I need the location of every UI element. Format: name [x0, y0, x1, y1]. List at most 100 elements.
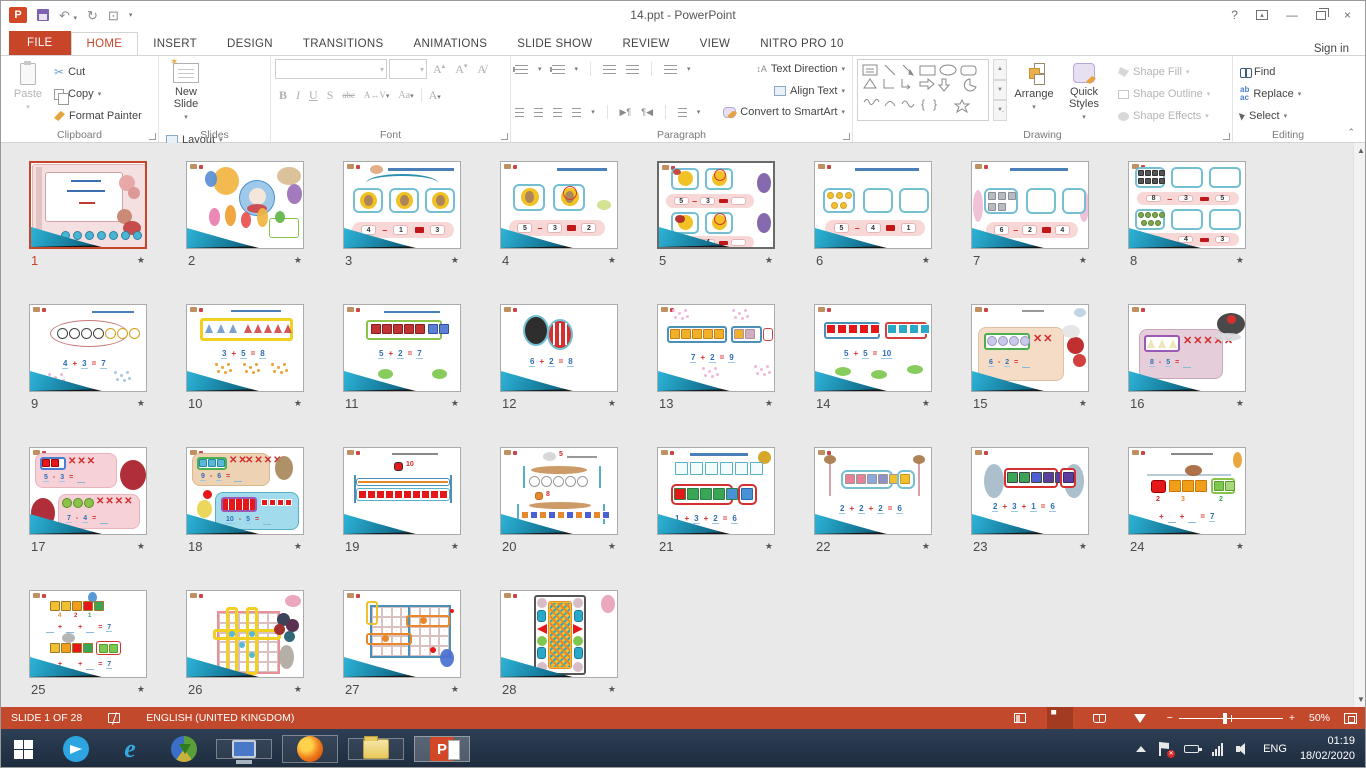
select-button[interactable]: Select▾ — [1237, 106, 1304, 126]
new-slide-button[interactable]: New Slide▾ — [163, 59, 209, 127]
taskbar-firefox-icon[interactable] — [282, 735, 338, 763]
slide-thumbnail-image[interactable]: 5–32 — [500, 161, 618, 249]
animation-star-icon[interactable]: ★ — [608, 398, 616, 409]
collapse-ribbon-icon[interactable]: ⌃ — [1347, 127, 1355, 138]
slide-thumbnail-6[interactable]: 5–416★ — [814, 161, 932, 268]
animation-star-icon[interactable]: ★ — [1236, 541, 1244, 552]
tab-insert[interactable]: INSERT — [138, 33, 212, 55]
quick-styles-button[interactable]: Quick Styles▾ — [1061, 59, 1107, 127]
slide-thumbnail-image[interactable]: ✕✕✕✕✕✕9-6= 10-5= — [186, 447, 304, 535]
slide-thumbnail-21[interactable]: 1+3+2=621★ — [657, 447, 775, 554]
language-status[interactable]: ENGLISH (UNITED KINGDOM) — [146, 712, 294, 724]
undo-icon[interactable]: ↶ ▾ — [59, 9, 77, 22]
tab-animations[interactable]: ANIMATIONS — [399, 33, 503, 55]
slide-thumbnail-1[interactable]: 1★ — [29, 161, 147, 268]
shape-outline-button[interactable]: Shape Outline▾ — [1115, 84, 1213, 104]
ribbon-display-options-icon[interactable]: ▴ — [1256, 10, 1268, 20]
animation-star-icon[interactable]: ★ — [922, 541, 930, 552]
text-shadow-button[interactable]: S — [323, 88, 338, 103]
replace-button[interactable]: abacReplace▾ — [1237, 84, 1304, 104]
slide-thumbnail-image[interactable]: ✕✕✕5-3= ✕✕✕✕7-4= — [29, 447, 147, 535]
bold-button[interactable]: B — [275, 88, 291, 103]
slide-thumbnail-image[interactable]: 5+2=7 — [343, 304, 461, 392]
animation-star-icon[interactable]: ★ — [765, 541, 773, 552]
animation-star-icon[interactable]: ★ — [608, 255, 616, 266]
taskbar-internet-explorer-icon[interactable]: e — [107, 736, 153, 762]
tray-clock[interactable]: 01:19 18/02/2020 — [1300, 734, 1355, 764]
slide-thumbnail-24[interactable]: 232 + + =724★ — [1128, 447, 1246, 554]
slide-thumbnail-13[interactable]: 7+2=913★ — [657, 304, 775, 411]
animation-star-icon[interactable]: ★ — [922, 398, 930, 409]
volume-icon[interactable] — [1236, 743, 1250, 755]
slide-thumbnail-image[interactable]: 421 + + =7 + + =7 — [29, 590, 147, 678]
animation-star-icon[interactable]: ★ — [294, 255, 302, 266]
minimize-icon[interactable]: — — [1286, 9, 1298, 21]
slide-thumbnail-12[interactable]: 6+2=812★ — [500, 304, 618, 411]
font-dialog-launcher-icon[interactable] — [501, 133, 508, 140]
tab-file[interactable]: FILE — [9, 31, 71, 55]
animation-star-icon[interactable]: ★ — [451, 398, 459, 409]
line-spacing-icon[interactable] — [664, 65, 677, 74]
shapes-scroll-up-icon[interactable]: ▲ — [993, 59, 1007, 80]
slide-thumbnail-image[interactable]: 232 + + =7 — [1128, 447, 1246, 535]
animation-star-icon[interactable]: ★ — [1079, 541, 1087, 552]
slide-thumbnail-image[interactable]: 4–13 — [343, 161, 461, 249]
decrease-indent-icon[interactable] — [603, 65, 616, 74]
character-spacing-button[interactable]: A↔V▾ — [360, 90, 394, 100]
slide-thumbnail-26[interactable]: ····································26★ — [186, 590, 304, 697]
animation-star-icon[interactable]: ★ — [1079, 398, 1087, 409]
slide-thumbnail-image[interactable]: 1+3+2=6 — [657, 447, 775, 535]
slide-thumbnail-image[interactable]: 6–24 — [971, 161, 1089, 249]
scroll-up-icon[interactable]: ▲ — [1354, 143, 1366, 158]
slide-thumbnail-8[interactable]: 8–357–438★ — [1128, 161, 1246, 268]
paste-button[interactable]: Paste▾ — [5, 59, 51, 127]
slide-thumbnail-25[interactable]: 421 + + =7 + + =725★ — [29, 590, 147, 697]
slide-thumbnail-image[interactable]: 2+3+1=6 — [971, 447, 1089, 535]
slide-thumbnail-17[interactable]: ✕✕✕5-3= ✕✕✕✕7-4= 17★ — [29, 447, 147, 554]
slide-thumbnail-image[interactable]: 5–41 — [814, 161, 932, 249]
slide-thumbnail-image[interactable]: 58 — [500, 447, 618, 535]
text-direction-button[interactable]: ↕AText Direction▾ — [753, 59, 848, 79]
slide-thumbnail-image[interactable] — [186, 161, 304, 249]
slide-thumbnail-image[interactable]: ···································· — [186, 590, 304, 678]
help-icon[interactable]: ? — [1231, 9, 1238, 21]
slide-thumbnail-3[interactable]: 4–133★ — [343, 161, 461, 268]
find-button[interactable]: Find — [1237, 62, 1304, 82]
slide-thumbnail-5[interactable]: 5–34–45★ — [657, 161, 775, 268]
slide-thumbnail-4[interactable]: 5–324★ — [500, 161, 618, 268]
slide-thumbnail-15[interactable]: ✕✕6-2= 15★ — [971, 304, 1089, 411]
slide-sorter-canvas[interactable]: ▲ ▼ 1★2★4–133★5–324★5–34–45★5–416★6–247★… — [1, 143, 1366, 707]
rtl-direction-icon[interactable]: ¶◀ — [641, 107, 653, 118]
slide-show-button[interactable] — [1127, 707, 1153, 729]
slide-thumbnail-2[interactable]: 2★ — [186, 161, 304, 268]
slide-thumbnail-19[interactable]: 1019★ — [343, 447, 461, 554]
align-center-icon[interactable] — [534, 108, 543, 117]
shapes-scroll-down-icon[interactable]: ▼ — [993, 80, 1007, 101]
numbering-icon[interactable] — [552, 65, 565, 74]
slide-thumbnail-22[interactable]: 2+2+2=622★ — [814, 447, 932, 554]
clipboard-dialog-launcher-icon[interactable] — [149, 133, 156, 140]
animation-star-icon[interactable]: ★ — [294, 398, 302, 409]
zoom-in-icon[interactable]: + — [1289, 712, 1295, 724]
taskbar-powerpoint-icon[interactable]: P — [414, 736, 470, 762]
slide-thumbnail-image[interactable] — [500, 590, 618, 678]
animation-star-icon[interactable]: ★ — [765, 398, 773, 409]
action-center-flag-icon[interactable]: ✕ — [1159, 742, 1171, 756]
slide-thumbnail-27[interactable]: ········································… — [343, 590, 461, 697]
slide-thumbnail-18[interactable]: ✕✕✕✕✕✕9-6= 10-5= 18★ — [186, 447, 304, 554]
convert-to-smartart-button[interactable]: Convert to SmartArt▾ — [720, 102, 848, 122]
align-left-icon[interactable] — [515, 108, 524, 117]
taskbar-remote-desktop-icon[interactable] — [216, 739, 272, 759]
italic-button[interactable]: I — [292, 88, 304, 103]
shapes-gallery[interactable]: { } — [857, 59, 989, 121]
animation-star-icon[interactable]: ★ — [608, 684, 616, 695]
align-right-icon[interactable] — [553, 108, 562, 117]
slide-thumbnail-23[interactable]: 2+3+1=623★ — [971, 447, 1089, 554]
copy-button[interactable]: Copy▾ — [51, 84, 145, 104]
format-painter-button[interactable]: Format Painter — [51, 106, 145, 126]
animation-star-icon[interactable]: ★ — [451, 541, 459, 552]
slide-thumbnail-image[interactable]: 6+2=8 — [500, 304, 618, 392]
redo-icon[interactable]: ↻ — [87, 9, 98, 22]
shape-fill-button[interactable]: Shape Fill▾ — [1115, 62, 1213, 82]
animation-star-icon[interactable]: ★ — [765, 255, 773, 266]
